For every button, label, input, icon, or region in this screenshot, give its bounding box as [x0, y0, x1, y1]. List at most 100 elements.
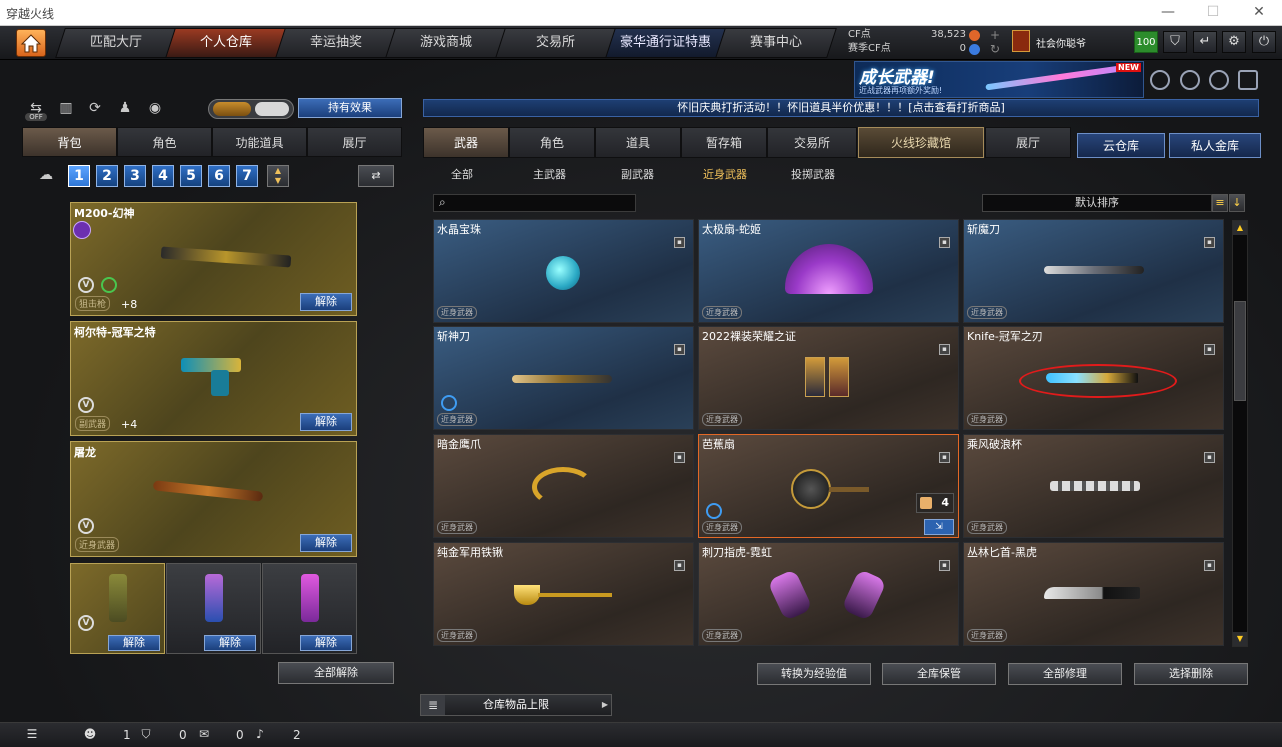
lock-icon[interactable]: ▪: [674, 237, 685, 248]
item-card[interactable]: 乘风破浪杯 ▪ 近身武器: [963, 434, 1224, 538]
maximize-icon[interactable]: ☐: [1203, 2, 1223, 22]
clan-icon[interactable]: ⛉: [138, 727, 154, 743]
select-delete-button[interactable]: 选择删除: [1134, 663, 1248, 685]
tab-private-vault[interactable]: 私人金库: [1169, 133, 1261, 158]
lock-icon[interactable]: ▪: [1204, 344, 1215, 355]
page-button-5[interactable]: 5: [180, 165, 202, 187]
convert-to-exp-button[interactable]: 转换为经验值: [757, 663, 871, 685]
tab-exchange[interactable]: 交易所: [767, 127, 857, 158]
chat-icon[interactable]: ✉: [196, 727, 212, 743]
close-icon[interactable]: ✕: [1249, 2, 1269, 22]
lock-icon[interactable]: ▪: [939, 560, 950, 571]
page-button-7[interactable]: 7: [236, 165, 258, 187]
equipped-slot-melee[interactable]: 屠龙 V 近身武器 解除: [70, 441, 357, 557]
lock-icon[interactable]: ▪: [939, 344, 950, 355]
remove-all-button[interactable]: 全部解除: [278, 662, 394, 684]
badge-view-icon[interactable]: [255, 102, 289, 116]
back-icon[interactable]: ↵: [1193, 31, 1217, 53]
tab-function-items[interactable]: 功能道具: [212, 127, 307, 157]
lock-icon[interactable]: ▪: [939, 237, 950, 248]
sort-order-icon[interactable]: ↓: [1229, 194, 1245, 212]
cycle-icon[interactable]: ⟳: [84, 100, 106, 118]
add-cf-icon[interactable]: +: [990, 28, 1000, 42]
item-card[interactable]: 丛林匕首-黑虎 ▪ 近身武器: [963, 542, 1224, 646]
unequip-button[interactable]: 解除: [300, 293, 352, 311]
item-action-icon[interactable]: ⇲: [924, 519, 954, 535]
sort-dropdown[interactable]: 默认排序: [982, 194, 1212, 212]
throwable-slot-3[interactable]: 解除: [262, 563, 357, 654]
tab-backpack[interactable]: 背包: [22, 127, 117, 157]
character-view-icon[interactable]: [213, 102, 251, 116]
list-view-icon[interactable]: ≡: [1212, 194, 1228, 212]
item-card[interactable]: 太极扇-蛇姬 ▪ 近身武器: [698, 219, 959, 323]
item-card[interactable]: 2022裸装荣耀之证 ▪ 近身武器: [698, 326, 959, 430]
view-toggle[interactable]: [208, 99, 294, 119]
tab-cloud-storage[interactable]: 云仓库: [1077, 133, 1165, 158]
nav-tab-shop[interactable]: 游戏商城: [385, 28, 507, 58]
friends-icon[interactable]: ☻: [82, 727, 98, 743]
unequip-button[interactable]: 解除: [300, 413, 352, 431]
storage-limit-button[interactable]: ≣ 仓库物品上限 ▶: [420, 694, 612, 716]
globe-badge-icon[interactable]: [1180, 70, 1200, 90]
store-all-button[interactable]: 全库保管: [882, 663, 996, 685]
scroll-thumb[interactable]: [1234, 301, 1246, 401]
character-icon[interactable]: ♟: [114, 100, 136, 118]
page-button-4[interactable]: 4: [152, 165, 174, 187]
nav-tab-events[interactable]: 赛事中心: [715, 28, 837, 58]
item-card-selected[interactable]: 芭蕉扇 ▪ 4 ⇲ 近身武器: [698, 434, 959, 538]
repair-all-button[interactable]: 全部修理: [1008, 663, 1122, 685]
unequip-button[interactable]: 解除: [300, 534, 352, 552]
tab-characters[interactable]: 角色: [509, 127, 595, 158]
promo-banner[interactable]: 成长武器! 近战武器再项额外奖励! NEW: [854, 61, 1144, 98]
subtab-melee[interactable]: 近身武器: [703, 166, 747, 181]
tab-temp-box[interactable]: 暂存箱: [681, 127, 767, 158]
off-toggle-icon[interactable]: ⇆ OFF: [25, 100, 47, 121]
scroll-down-icon[interactable]: ▼: [1233, 632, 1247, 646]
page-button-1[interactable]: 1: [68, 165, 90, 187]
page-updown-icon[interactable]: ▲ ▼: [267, 165, 289, 187]
lock-icon[interactable]: ▪: [674, 452, 685, 463]
nav-tab-match-lobby[interactable]: 匹配大厅: [55, 28, 177, 58]
shield-icon[interactable]: ⛉: [1163, 31, 1187, 53]
lock-icon[interactable]: ▪: [939, 452, 950, 463]
lock-icon[interactable]: ▪: [674, 560, 685, 571]
nav-tab-lottery[interactable]: 幸运抽奖: [275, 28, 397, 58]
unequip-button[interactable]: 解除: [108, 635, 160, 651]
item-scrollbar[interactable]: ▲ ▼: [1232, 220, 1248, 647]
bag-icon[interactable]: ◉: [144, 100, 166, 118]
nav-tab-warehouse[interactable]: 个人仓库: [165, 28, 287, 58]
lock-icon[interactable]: ▪: [1204, 452, 1215, 463]
item-card[interactable]: 纯金军用铁锹 ▪ 近身武器: [433, 542, 694, 646]
swap-icon[interactable]: ⇄: [358, 165, 394, 187]
star-badge-icon[interactable]: [1209, 70, 1229, 90]
equipped-slot-primary[interactable]: M200-幻神 V 狙击枪 +8 解除: [70, 202, 357, 316]
subtab-throwable[interactable]: 投掷武器: [791, 166, 835, 181]
throwable-slot-2[interactable]: 解除: [166, 563, 261, 654]
v-badge-icon[interactable]: [1150, 70, 1170, 90]
tab-items[interactable]: 道具: [595, 127, 681, 158]
item-card[interactable]: 水晶宝珠 ▪ 近身武器: [433, 219, 694, 323]
lock-icon[interactable]: ▪: [1204, 237, 1215, 248]
tab-character[interactable]: 角色: [117, 127, 212, 157]
search-input[interactable]: ⌕: [433, 194, 636, 212]
equipped-slot-secondary[interactable]: 柯尔特-冠军之特 V 副武器 +4 解除: [70, 321, 357, 436]
lock-icon[interactable]: ▪: [1204, 560, 1215, 571]
stats-icon[interactable]: ▥: [55, 100, 77, 118]
tab-weapons[interactable]: 武器: [423, 127, 509, 158]
refresh-icon[interactable]: ↻: [990, 42, 1000, 56]
home-icon[interactable]: [16, 29, 46, 57]
power-icon[interactable]: ⏻: [1252, 31, 1276, 53]
item-card[interactable]: 斩神刀 ▪ 近身武器: [433, 326, 694, 430]
menu-icon[interactable]: ☰: [24, 727, 40, 743]
item-card[interactable]: 斩魔刀 ▪ 近身武器: [963, 219, 1224, 323]
minimize-icon[interactable]: —: [1158, 2, 1178, 22]
subtab-secondary[interactable]: 副武器: [621, 166, 654, 181]
page-button-3[interactable]: 3: [124, 165, 146, 187]
unequip-button[interactable]: 解除: [300, 635, 352, 651]
tab-showroom-right[interactable]: 展厅: [985, 127, 1071, 158]
voice-icon[interactable]: ♪: [252, 727, 268, 743]
scroll-up-icon[interactable]: ▲: [1233, 221, 1247, 235]
page-button-6[interactable]: 6: [208, 165, 230, 187]
page-button-2[interactable]: 2: [96, 165, 118, 187]
lock-icon[interactable]: ▪: [674, 344, 685, 355]
